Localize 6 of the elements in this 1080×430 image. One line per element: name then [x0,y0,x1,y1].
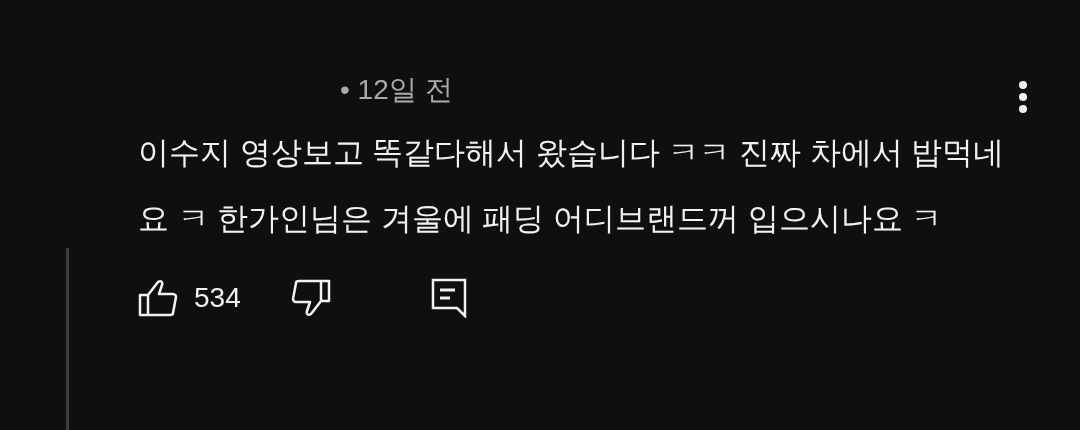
like-count: 534 [194,282,241,314]
like-button[interactable] [138,279,180,317]
comment-time: • 12일 전 [340,73,454,107]
comment-text: 이수지 영상보고 똑같다해서 왔습니다 ㅋㅋ 진짜 차에서 밥먹네요 ㅋ 한가인님은 겨울에 패딩 어디브랜드꺼 입으시나요 ㅋ [138,134,1006,238]
more-options-icon[interactable] [1018,80,1028,114]
reply-button[interactable] [430,278,467,318]
